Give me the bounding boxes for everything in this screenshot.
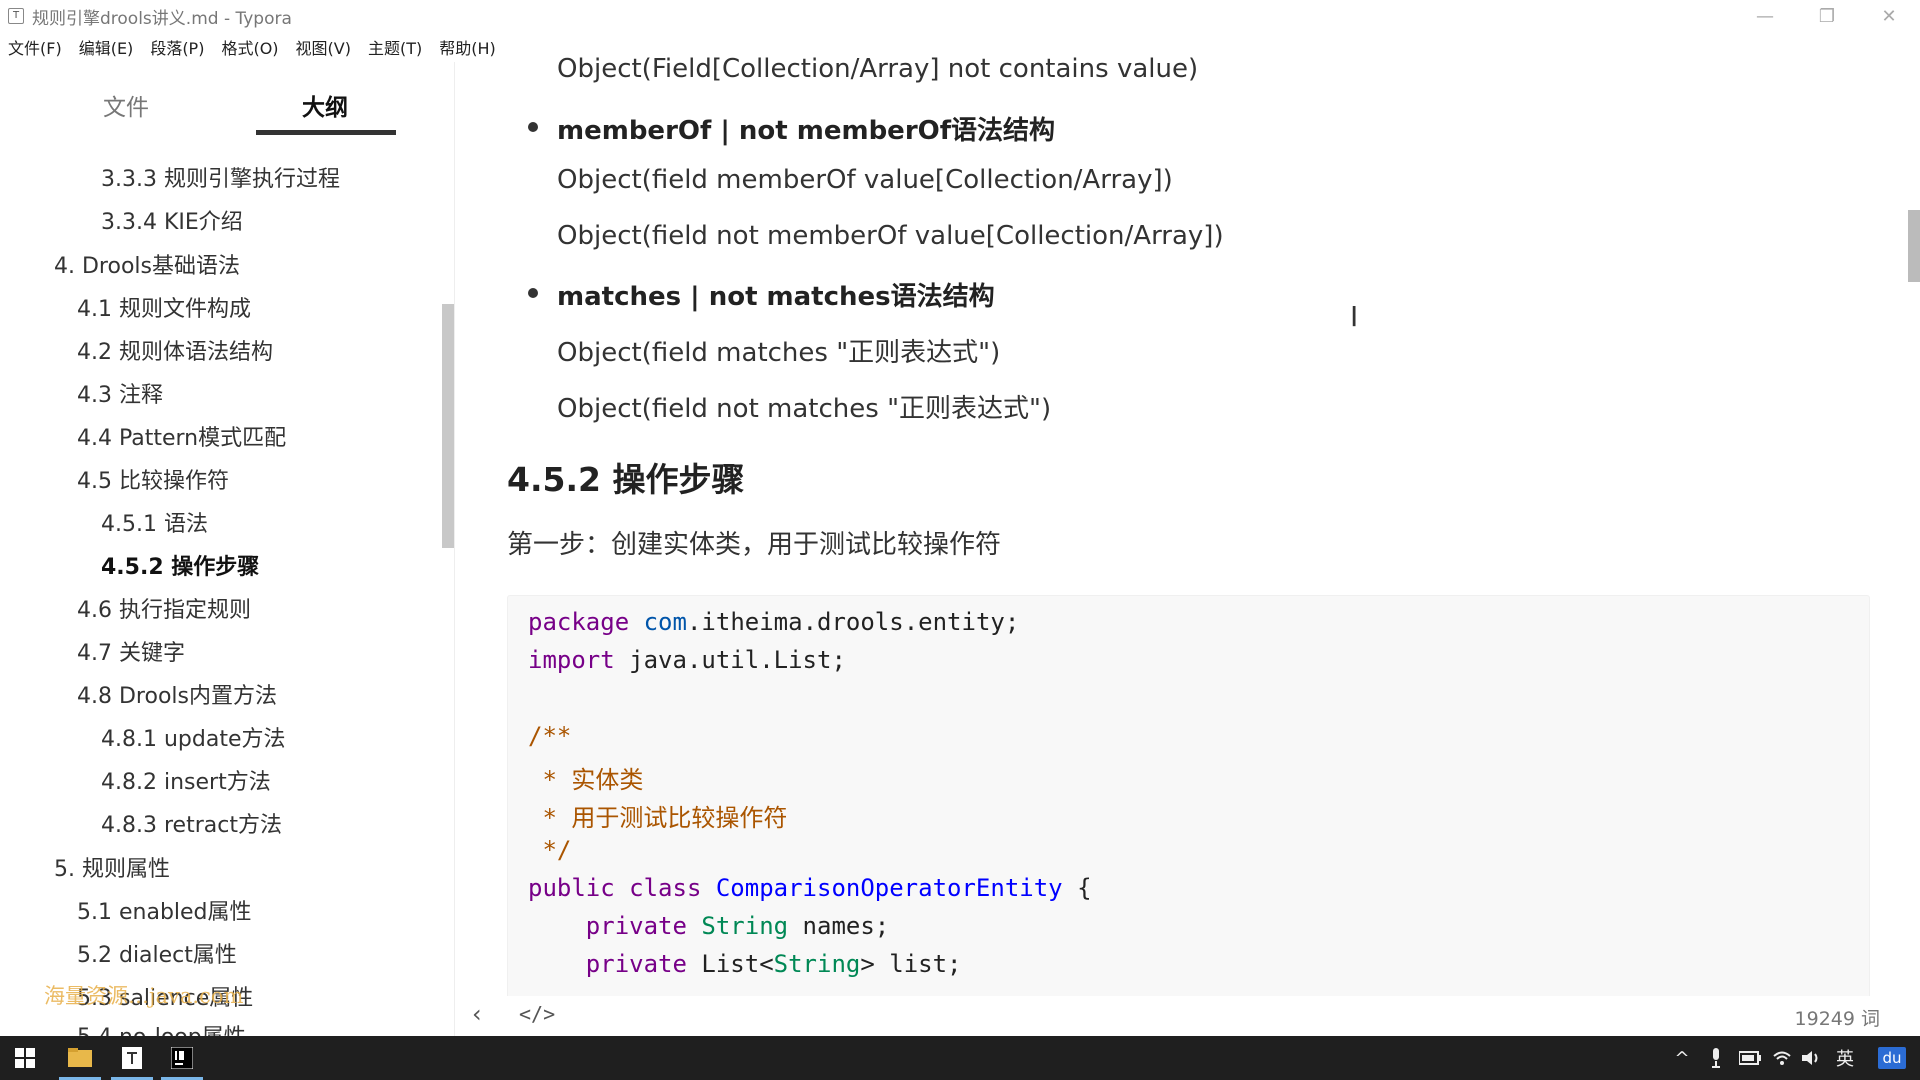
outline-sidebar: 文件 大纲 3.3.3 规则引擎执行过程 3.3.4 KIE介绍 4. Droo…	[0, 62, 454, 1036]
ime-indicator[interactable]: 英	[1830, 1036, 1860, 1080]
outline-item-3-3-4[interactable]: 3.3.4 KIE介绍	[101, 204, 243, 236]
sidebar-scrollbar[interactable]	[442, 304, 454, 548]
tab-files[interactable]: 文件	[103, 88, 149, 122]
outline-item-4-6[interactable]: 4.6 执行指定规则	[77, 592, 251, 624]
section-heading: 4.5.2 操作步骤	[507, 460, 745, 499]
code-line: import java.util.List;	[528, 646, 846, 674]
taskbar: ^ 英 du	[0, 1036, 1920, 1080]
menu-format[interactable]: 格式(O)	[221, 35, 278, 59]
outline-item-4-5-2[interactable]: 4.5.2 操作步骤	[101, 549, 259, 581]
wifi-icon[interactable]	[1768, 1036, 1796, 1080]
code-block[interactable]: package com.itheima.drools.entity; impor…	[507, 595, 1870, 1040]
outline-item-3-3-3[interactable]: 3.3.3 规则引擎执行过程	[101, 161, 340, 193]
bullet-dot	[528, 288, 538, 298]
battery-icon[interactable]	[1734, 1036, 1766, 1080]
active-tab-indicator	[256, 130, 396, 135]
title-bar: T 规则引擎drools讲义.md - Typora — ❐ ✕	[0, 0, 1920, 32]
outline-item-4-5[interactable]: 4.5 比较操作符	[77, 463, 229, 495]
intellij-idea-icon[interactable]	[157, 1036, 207, 1080]
outline-item-4-8[interactable]: 4.8 Drools内置方法	[77, 678, 277, 710]
menu-theme[interactable]: 主题(T)	[368, 35, 422, 59]
content-line: Object(Field[Collection/Array] not conta…	[557, 54, 1199, 84]
menu-file[interactable]: 文件(F)	[8, 35, 62, 59]
watermark-text: 海量资源…java.com	[44, 984, 244, 1008]
outline-item-4-5-1[interactable]: 4.5.1 语法	[101, 506, 208, 538]
content-line: Object(field memberOf value[Collection/A…	[557, 165, 1173, 195]
outline-item-4-8-3[interactable]: 4.8.3 retract方法	[101, 807, 282, 839]
outline-item-4-8-1[interactable]: 4.8.1 update方法	[101, 721, 286, 753]
tab-outline[interactable]: 大纲	[302, 88, 348, 122]
outline-item-4-4[interactable]: 4.4 Pattern模式匹配	[77, 420, 286, 452]
step-paragraph: 第一步：创建实体类，用于测试比较操作符	[507, 530, 1002, 560]
outline-item-4-7[interactable]: 4.7 关键字	[77, 635, 185, 667]
menu-view[interactable]: 视图(V)	[296, 35, 351, 59]
editor-scrollbar[interactable]	[1908, 210, 1920, 282]
baidu-input-icon[interactable]: du	[1874, 1036, 1910, 1080]
status-bar: ‹ </> 19249 词	[455, 996, 1920, 1036]
code-line: package com.itheima.drools.entity;	[528, 608, 1020, 636]
outline-item-4-1[interactable]: 4.1 规则文件构成	[77, 291, 251, 323]
menu-paragraph[interactable]: 段落(P)	[150, 35, 204, 59]
outline-item-5-2[interactable]: 5.2 dialect属性	[77, 937, 237, 969]
code-line: public class ComparisonOperatorEntity {	[528, 874, 1092, 902]
volume-icon[interactable]	[1798, 1036, 1826, 1080]
menu-bar: 文件(F) 编辑(E) 段落(P) 格式(O) 视图(V) 主题(T) 帮助(H…	[0, 34, 513, 60]
content-line: Object(field matches "正则表达式")	[557, 338, 1001, 368]
source-mode-button[interactable]: </>	[519, 1002, 555, 1026]
outline-item-4-3[interactable]: 4.3 注释	[77, 377, 163, 409]
tray-expand-icon[interactable]: ^	[1668, 1036, 1696, 1080]
content-line: Object(field not memberOf value[Collecti…	[557, 221, 1224, 251]
microphone-icon[interactable]	[1702, 1036, 1730, 1080]
code-comment: * 用于测试比较操作符	[528, 804, 788, 832]
code-line: private List<String> list;	[528, 950, 962, 978]
outline-item-4-8-2[interactable]: 4.8.2 insert方法	[101, 764, 271, 796]
word-count[interactable]: 19249 词	[1795, 1004, 1880, 1031]
toggle-sidebar-button[interactable]: ‹	[472, 1000, 482, 1028]
outline-item-4-2[interactable]: 4.2 规则体语法结构	[77, 334, 273, 366]
outline-item-5-1[interactable]: 5.1 enabled属性	[77, 894, 252, 926]
text-cursor-icon: I	[1350, 300, 1359, 333]
bullet-dot	[528, 122, 538, 132]
window-controls: — ❐ ✕	[1734, 0, 1920, 32]
window-title: 规则引擎drools讲义.md - Typora	[32, 8, 292, 29]
outline-item-5-4[interactable]: 5.4 no-loop属性	[77, 1019, 246, 1036]
outline-item-4[interactable]: 4. Drools基础语法	[54, 248, 240, 280]
menu-edit[interactable]: 编辑(E)	[79, 35, 134, 59]
code-comment: */	[528, 836, 572, 864]
bullet-matches: matches | not matches语法结构	[557, 282, 995, 312]
typora-app-icon: T	[8, 8, 24, 24]
outline-item-5[interactable]: 5. 规则属性	[54, 851, 170, 883]
bullet-memberof: memberOf | not memberOf语法结构	[557, 116, 1056, 146]
restore-button[interactable]: ❐	[1796, 0, 1858, 32]
close-button[interactable]: ✕	[1858, 0, 1920, 32]
sidebar-tabs: 文件 大纲	[0, 62, 454, 140]
editor-content[interactable]: Object(Field[Collection/Array] not conta…	[455, 50, 1910, 1040]
code-comment: * 实体类	[528, 766, 644, 794]
content-line: Object(field not matches "正则表达式")	[557, 394, 1052, 424]
file-explorer-icon[interactable]	[55, 1036, 105, 1080]
code-line: private String names;	[528, 912, 890, 940]
minimize-button[interactable]: —	[1734, 0, 1796, 32]
typora-taskbar-icon[interactable]	[107, 1036, 157, 1080]
windows-start-icon[interactable]	[0, 1036, 50, 1080]
code-comment: /**	[528, 722, 572, 750]
